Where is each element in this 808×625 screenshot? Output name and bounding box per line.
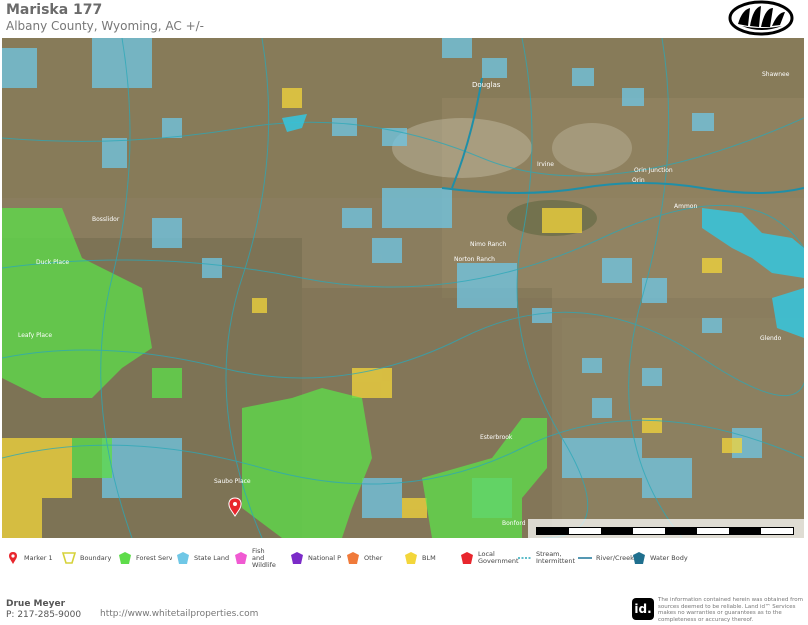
polygon-icon bbox=[235, 552, 247, 564]
satellite-map: Douglas Shawnee Orin Junction Irvine Ori… bbox=[2, 38, 804, 538]
agent-phone: P: 217-285-9000 bbox=[6, 610, 82, 620]
map-title: Mariska 177 bbox=[6, 2, 103, 18]
legend-item-fish-wildlife: Fish and Wildlife bbox=[234, 547, 278, 569]
legend-label: State Land bbox=[194, 553, 230, 562]
disclaimer-text: The information contained herein was obt… bbox=[658, 597, 803, 623]
website-link[interactable]: http://www.whitetailproperties.com bbox=[100, 609, 258, 619]
place-label: Orin Junction bbox=[634, 167, 673, 174]
legend-item-marker: Marker 1 bbox=[6, 547, 53, 569]
map-view[interactable]: Douglas Shawnee Orin Junction Irvine Ori… bbox=[2, 38, 804, 538]
legend-item-boundary: Boundary bbox=[62, 547, 111, 569]
polygon-icon bbox=[347, 552, 359, 564]
place-label: Norton Ranch bbox=[454, 256, 495, 263]
polygon-icon bbox=[461, 552, 473, 564]
marker-icon bbox=[9, 552, 17, 564]
dashed-line-icon bbox=[518, 557, 532, 559]
legend-item-national-park: National Park bbox=[290, 547, 341, 569]
place-label: Nimo Ranch bbox=[470, 241, 506, 248]
map-subtitle: Albany County, Wyoming, AC +/- bbox=[6, 19, 204, 33]
legend-item-local-government: Local Government bbox=[460, 547, 519, 569]
legend-item-forest-service: Forest Service bbox=[118, 547, 172, 569]
legend-label: Marker 1 bbox=[24, 553, 53, 562]
legend-label: National Park bbox=[308, 554, 341, 562]
polygon-icon bbox=[291, 552, 303, 564]
place-label: Glendo bbox=[760, 335, 782, 342]
polygon-icon bbox=[405, 552, 417, 564]
legend-item-state-land: State Land bbox=[176, 547, 229, 569]
scale-bar-graphic bbox=[536, 527, 794, 535]
map-legend: Marker 1 Boundary Forest Service State L… bbox=[0, 543, 808, 571]
scale-bar: 0 20000 40000 60000 80000ft bbox=[528, 519, 804, 538]
legend-label: Forest Service bbox=[136, 554, 172, 562]
map-header: Mariska 177 Albany County, Wyoming, AC +… bbox=[0, 0, 808, 38]
legend-label: Other bbox=[364, 553, 383, 562]
legend-item-water-body: Water Body bbox=[632, 547, 688, 569]
legend-label: Local Government bbox=[478, 550, 519, 565]
place-label: Bosslidor bbox=[92, 216, 120, 223]
land-id-logo: id. bbox=[632, 598, 654, 620]
place-label: Irvine bbox=[537, 161, 554, 168]
place-label: Esterbrook bbox=[480, 434, 513, 441]
boundary-icon bbox=[62, 552, 76, 564]
place-label: Bonford bbox=[502, 520, 526, 527]
place-label: Ammon bbox=[674, 203, 697, 210]
legend-label: Fish and Wildlife bbox=[252, 546, 276, 569]
legend-item-river-creek: River/Creek bbox=[578, 547, 634, 569]
legend-label: Water Body bbox=[650, 553, 688, 562]
polygon-icon bbox=[177, 552, 189, 564]
legend-item-other: Other bbox=[346, 547, 382, 569]
legend-label: Boundary bbox=[80, 553, 112, 562]
bear-paw-logo bbox=[728, 0, 794, 36]
legend-item-stream: Stream, Intermittent bbox=[518, 547, 576, 569]
place-label: Shawnee bbox=[762, 71, 790, 78]
line-icon bbox=[578, 557, 592, 559]
polygon-icon bbox=[119, 552, 131, 564]
place-label: Saubo Place bbox=[214, 478, 251, 485]
place-label: Leafy Place bbox=[18, 332, 52, 339]
agent-name: Drue Meyer bbox=[6, 599, 66, 609]
legend-label: BLM bbox=[422, 553, 436, 562]
polygon-icon bbox=[633, 552, 645, 564]
legend-item-blm: BLM bbox=[404, 547, 436, 569]
place-label: Douglas bbox=[472, 81, 501, 89]
legend-label: Stream, Intermittent bbox=[536, 550, 576, 565]
place-label: Duck Place bbox=[36, 259, 69, 266]
legend-label: River/Creek bbox=[596, 553, 634, 562]
place-label: Orin bbox=[632, 177, 645, 184]
map-footer: Drue Meyer P: 217-285-9000 http://www.wh… bbox=[0, 595, 808, 625]
